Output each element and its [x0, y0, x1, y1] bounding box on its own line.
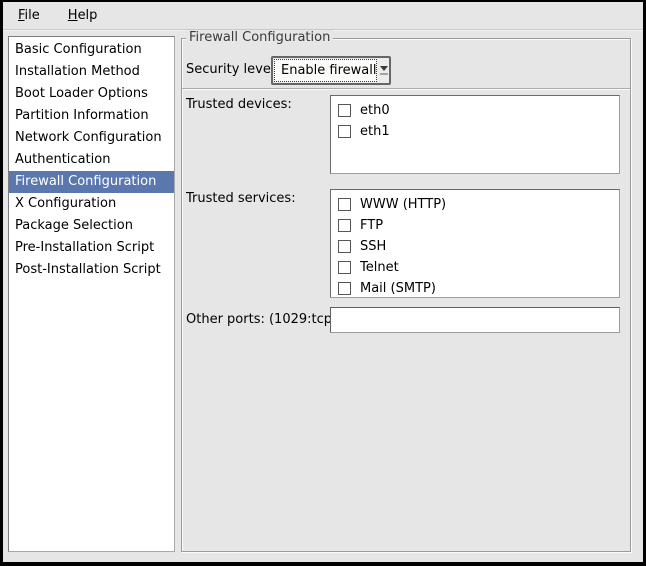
- list-item-eth0[interactable]: eth0: [331, 100, 619, 121]
- checkbox-ftp[interactable]: [338, 219, 351, 232]
- trusted-devices-list: eth0 eth1: [330, 95, 620, 174]
- sidebar-item-package-selection[interactable]: Package Selection: [9, 215, 174, 237]
- checkbox-mail-smtp[interactable]: [338, 282, 351, 295]
- security-level-value: Enable firewall: [274, 59, 377, 82]
- separator: [182, 88, 630, 90]
- sidebar-item-pre-installation-script[interactable]: Pre-Installation Script: [9, 237, 174, 259]
- list-item-eth1[interactable]: eth1: [331, 121, 619, 142]
- sidebar-item-x-configuration[interactable]: X Configuration: [9, 193, 174, 215]
- security-level-label: Security level:: [186, 62, 279, 77]
- list-item-www-http[interactable]: WWW (HTTP): [331, 194, 619, 215]
- menu-file[interactable]: File: [14, 6, 44, 25]
- chevron-down-triangle: [380, 66, 388, 71]
- list-item-mail-smtp[interactable]: Mail (SMTP): [331, 278, 619, 298]
- trusted-services-list: WWW (HTTP) FTP SSH Telnet Mail (SMTP): [330, 189, 620, 298]
- ftp-label: FTP: [360, 218, 383, 233]
- sidebar-item-basic-configuration[interactable]: Basic Configuration: [9, 39, 174, 61]
- firewall-configuration-panel: Firewall Configuration Security level: E…: [181, 38, 631, 552]
- sidebar-item-partition-information[interactable]: Partition Information: [9, 105, 174, 127]
- checkbox-eth1[interactable]: [338, 125, 351, 138]
- sidebar-item-network-configuration[interactable]: Network Configuration: [9, 127, 174, 149]
- checkbox-telnet[interactable]: [338, 261, 351, 274]
- eth1-label: eth1: [360, 124, 390, 139]
- chevron-down-bar: [380, 73, 388, 75]
- ssh-label: SSH: [360, 239, 386, 254]
- other-ports-input[interactable]: [330, 307, 620, 333]
- telnet-label: Telnet: [360, 260, 399, 275]
- sidebar-item-authentication[interactable]: Authentication: [9, 149, 174, 171]
- other-ports-label: Other ports: (1029:tcp): [186, 312, 337, 327]
- eth0-label: eth0: [360, 103, 390, 118]
- list-item-telnet[interactable]: Telnet: [331, 257, 619, 278]
- list-item-ftp[interactable]: FTP: [331, 215, 619, 236]
- trusted-services-label: Trusted services:: [186, 191, 296, 206]
- sidebar-item-firewall-configuration[interactable]: Firewall Configuration: [9, 171, 174, 193]
- www-http-label: WWW (HTTP): [360, 197, 446, 212]
- sidebar-item-boot-loader-options[interactable]: Boot Loader Options: [9, 83, 174, 105]
- sidebar-item-post-installation-script[interactable]: Post-Installation Script: [9, 259, 174, 281]
- menu-help-label: elp: [78, 8, 98, 23]
- trusted-devices-label: Trusted devices:: [186, 97, 292, 112]
- checkbox-eth0[interactable]: [338, 104, 351, 117]
- section-list: Basic Configuration Installation Method …: [8, 36, 175, 552]
- menu-help[interactable]: Help: [64, 6, 102, 25]
- menu-file-label: ile: [25, 8, 40, 23]
- list-item-ssh[interactable]: SSH: [331, 236, 619, 257]
- menu-help-mnemonic: H: [68, 8, 78, 23]
- kickstart-configurator-window: File Help Basic Configuration Installati…: [0, 0, 646, 566]
- checkbox-www-http[interactable]: [338, 198, 351, 211]
- mail-smtp-label: Mail (SMTP): [360, 281, 436, 296]
- security-level-select[interactable]: Enable firewall: [271, 56, 391, 85]
- checkbox-ssh[interactable]: [338, 240, 351, 253]
- menubar: File Help: [3, 2, 643, 30]
- sidebar-item-installation-method[interactable]: Installation Method: [9, 61, 174, 83]
- panel-title: Firewall Configuration: [186, 30, 333, 45]
- chevron-down-icon[interactable]: [378, 58, 389, 83]
